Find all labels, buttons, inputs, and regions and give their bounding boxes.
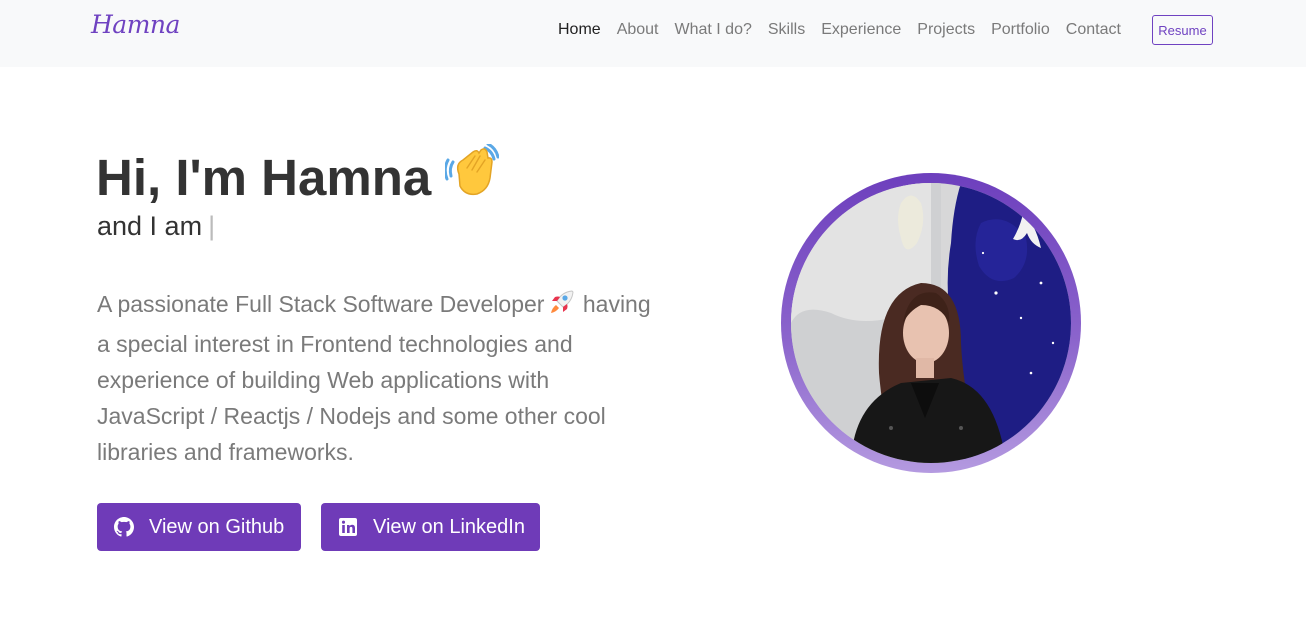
nav-link-experience[interactable]: Experience	[821, 20, 901, 40]
nav-link-what-i-do[interactable]: What I do?	[675, 20, 752, 40]
github-button[interactable]: View on Github	[97, 503, 301, 551]
navbar: Hamna Home About What I do? Skills Exper…	[0, 0, 1306, 67]
waving-hand-icon	[443, 142, 500, 210]
greeting-text: Hi, I'm Hamna	[96, 149, 432, 206]
nav-link-skills[interactable]: Skills	[768, 20, 805, 40]
github-icon	[114, 517, 134, 537]
nav-link-home[interactable]: Home	[558, 20, 601, 40]
linkedin-button[interactable]: View on LinkedIn	[321, 503, 540, 551]
linkedin-button-label: View on LinkedIn	[373, 515, 525, 538]
brand-logo[interactable]: Hamna	[91, 10, 180, 39]
nav-link-contact[interactable]: Contact	[1066, 20, 1121, 40]
profile-photo-frame	[781, 173, 1081, 473]
nav-link-projects[interactable]: Projects	[917, 20, 975, 40]
github-button-label: View on Github	[149, 515, 285, 538]
rocket-icon	[548, 288, 576, 326]
bio-text: A passionate Full Stack Software Develop…	[97, 291, 545, 317]
typing-cursor: |	[208, 211, 216, 241]
hero-greeting: Hi, I'm Hamna	[96, 142, 500, 210]
nav-links: Home About What I do? Skills Experience …	[558, 19, 1137, 41]
hero-subtitle: and I am |	[97, 211, 215, 242]
subtitle-text: and I am	[97, 211, 203, 241]
profile-photo	[791, 183, 1071, 463]
nav-link-portfolio[interactable]: Portfolio	[991, 20, 1050, 40]
resume-button[interactable]: Resume	[1152, 15, 1213, 45]
hero-bio: A passionate Full Stack Software Develop…	[97, 286, 657, 470]
nav-link-about[interactable]: About	[617, 20, 659, 40]
linkedin-icon	[338, 517, 358, 537]
